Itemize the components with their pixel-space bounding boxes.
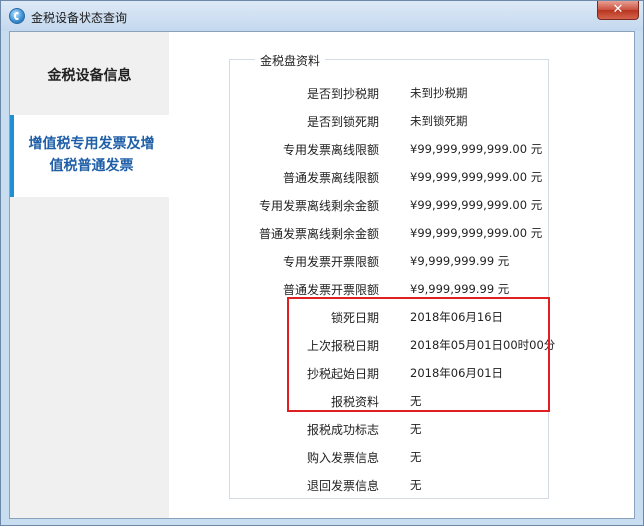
app-window: 金税设备状态查询 ✕ 金税设备信息 增值税专用发票及增 值税普通发票 金税盘资料…: [0, 0, 644, 526]
row-label: 专用发票开票限额: [282, 255, 379, 269]
info-row: 报税成功标志 无: [169, 421, 634, 441]
row-value: ¥9,999,999.99 元: [410, 254, 510, 268]
row-value: 无: [410, 450, 422, 464]
row-label: 退回发票信息: [306, 479, 379, 493]
sidebar-item-vat-invoices[interactable]: 增值税专用发票及增 值税普通发票: [10, 115, 169, 197]
info-row: 退回发票信息 无: [169, 477, 634, 497]
info-row: 专用发票离线剩余金额 ¥99,999,999,999.00 元: [169, 197, 634, 217]
sidebar-item-label-line1: 增值税专用发票及增: [28, 136, 155, 152]
info-row: 普通发票离线剩余金额 ¥99,999,999,999.00 元: [169, 225, 634, 245]
info-row: 专用发票开票限额 ¥9,999,999.99 元: [169, 253, 634, 273]
row-value: ¥99,999,999,999.00 元: [410, 142, 543, 156]
row-value: 无: [410, 478, 422, 492]
title-bar[interactable]: 金税设备状态查询 ✕: [1, 1, 643, 31]
row-value: ¥99,999,999,999.00 元: [410, 226, 543, 240]
sidebar-item-label-line2: 值税普通发票: [49, 158, 134, 174]
row-label: 是否到抄税期: [306, 87, 379, 101]
sidebar-item-device-info[interactable]: 金税设备信息: [10, 65, 169, 85]
info-row: 普通发票离线限额 ¥99,999,999,999.00 元: [169, 169, 634, 189]
row-label: 购入发票信息: [306, 451, 379, 465]
groupbox-title: 金税盘资料: [255, 52, 326, 69]
app-logo-icon: [9, 8, 25, 24]
info-row: 购入发票信息 无: [169, 449, 634, 469]
row-value: ¥99,999,999,999.00 元: [410, 198, 543, 212]
close-button[interactable]: ✕: [597, 1, 639, 20]
row-label: 普通发票离线限额: [282, 171, 379, 185]
row-value: ¥9,999,999.99 元: [410, 282, 510, 296]
sidebar-item-label: 金税设备信息: [47, 68, 132, 84]
row-label: 报税成功标志: [306, 423, 379, 437]
row-value: ¥99,999,999,999.00 元: [410, 170, 543, 184]
info-row: 专用发票离线限额 ¥99,999,999,999.00 元: [169, 141, 634, 161]
row-label: 普通发票开票限额: [282, 283, 379, 297]
main-content: 金税盘资料 是否到抄税期 未到抄税期 是否到锁死期 未到锁死期 专用发票离线限额 ¥9…: [169, 32, 634, 518]
row-value: 未到锁死期: [410, 114, 468, 128]
info-row: 是否到锁死期 未到锁死期: [169, 113, 634, 133]
client-area: 金税设备信息 增值税专用发票及增 值税普通发票 金税盘资料 是否到抄税期 未到抄税…: [9, 31, 635, 519]
row-label: 专用发票离线剩余金额: [258, 199, 379, 213]
highlight-box: [287, 297, 550, 412]
window-title: 金税设备状态查询: [31, 11, 128, 25]
row-label: 是否到锁死期: [306, 115, 379, 129]
row-label: 专用发票离线限额: [282, 143, 379, 157]
row-label: 普通发票离线剩余金额: [258, 227, 379, 241]
row-value: 无: [410, 422, 422, 436]
sidebar: 金税设备信息 增值税专用发票及增 值税普通发票: [10, 32, 169, 518]
info-row: 是否到抄税期 未到抄税期: [169, 85, 634, 105]
row-value: 未到抄税期: [410, 86, 468, 100]
